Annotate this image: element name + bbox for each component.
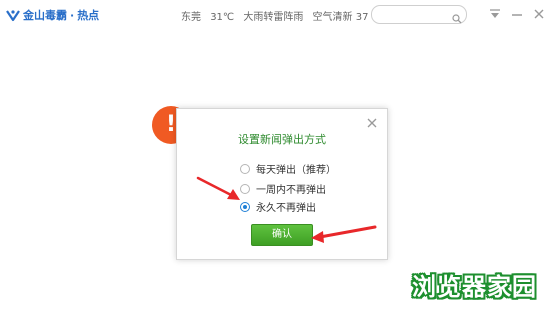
menu-dropdown-button[interactable] (487, 6, 503, 22)
option-never[interactable]: 永久不再弹出 (240, 199, 316, 214)
dialog-title: 设置新闻弹出方式 (238, 133, 326, 146)
close-icon (367, 118, 377, 128)
close-window-button[interactable] (531, 6, 547, 22)
window-controls (487, 6, 547, 22)
watermark: 浏览器家园 (412, 273, 537, 301)
option-week[interactable]: 一周内不再弹出 (240, 181, 326, 196)
news-popup-window: 金山毒霸 · 热点 东莞 31℃ 大雨转雷阵雨 空气清新 37 ! 设置新闻弹出… (0, 0, 547, 310)
weather-condition: 大雨转雷阵雨 (243, 12, 304, 23)
title-bar: 金山毒霸 · 热点 东莞 31℃ 大雨转雷阵雨 空气清新 37 (0, 0, 547, 30)
option-never-label: 永久不再弹出 (256, 203, 316, 214)
weather-city: 东莞 (181, 12, 201, 23)
minimize-button[interactable] (509, 6, 525, 22)
search-box (371, 5, 467, 24)
news-settings-dialog: 设置新闻弹出方式 每天弹出（推荐） 一周内不再弹出 永久不再弹出 确认 (176, 108, 388, 260)
close-icon (534, 9, 544, 19)
option-week-label: 一周内不再弹出 (256, 185, 326, 196)
search-input[interactable] (378, 7, 448, 21)
option-daily[interactable]: 每天弹出（推荐） (240, 161, 336, 176)
weather-info: 东莞 31℃ 大雨转雷阵雨 空气清新 37 (181, 8, 368, 23)
kingsoft-logo-icon (6, 8, 20, 22)
brand-name: 金山毒霸 (23, 9, 67, 22)
dropdown-menu-icon (490, 9, 500, 18)
brand-logo: 金山毒霸 · 热点 (6, 7, 99, 23)
confirm-button[interactable]: 确认 (251, 224, 313, 246)
option-daily-label: 每天弹出（推荐） (256, 165, 336, 176)
dialog-close-button[interactable] (365, 115, 379, 129)
minimize-icon (512, 14, 522, 16)
radio-week[interactable] (240, 183, 250, 194)
brand-separator: · (70, 8, 75, 22)
weather-temperature: 31℃ (210, 12, 235, 23)
search-icon[interactable] (452, 9, 462, 28)
air-quality: 空气清新 37 (312, 12, 369, 23)
brand-section: 热点 (77, 9, 100, 22)
radio-daily[interactable] (240, 163, 250, 174)
radio-never[interactable] (240, 201, 250, 212)
